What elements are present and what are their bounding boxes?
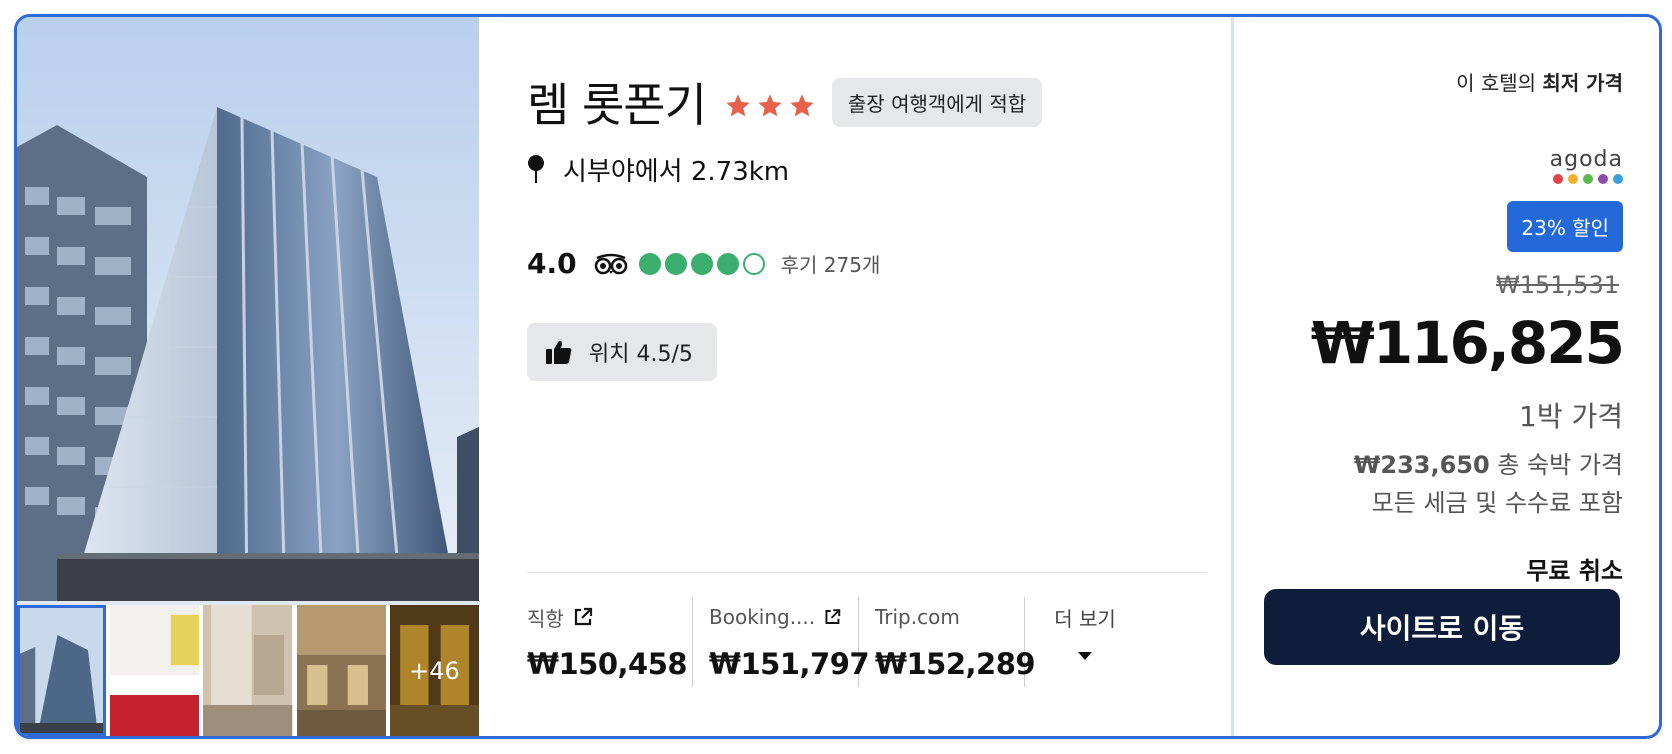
- hotel-info: 렘 롯폰기 출장 여행객에게 적합 시부야에서 2.73km 4.0 후기 27…: [479, 17, 1231, 736]
- original-price: ₩151,531: [1496, 271, 1619, 299]
- go-to-site-button[interactable]: 사이트로 이동: [1264, 589, 1620, 665]
- thumbnail-3[interactable]: [203, 605, 293, 736]
- location-score: 위치 4.5/5: [589, 342, 693, 367]
- provider-logo-dots: [1550, 174, 1623, 184]
- distance-text: 시부야에서 2.73km: [563, 157, 790, 187]
- photo-gallery: +46: [17, 17, 480, 736]
- star-icon: [790, 94, 814, 117]
- provider-logo-dot: [1553, 174, 1563, 184]
- thumbnail-4[interactable]: [296, 605, 386, 736]
- hotel-card[interactable]: +46 렘 롯폰기 출장 여행객에게 적합 시부야에서 2.73km 4.0 후…: [14, 14, 1662, 739]
- offer-price: ₩152,289: [875, 647, 1036, 681]
- location-score-badge: 위치 4.5/5: [527, 323, 717, 381]
- hotel-name[interactable]: 렘 롯폰기: [527, 69, 707, 135]
- offer-list: 직항 ₩150,458 Booking.... ₩151,797 Trip.co…: [527, 597, 1145, 697]
- caret-down-icon: [1078, 652, 1092, 660]
- more-label: 더 보기: [1054, 606, 1116, 631]
- offer-price: ₩150,458: [527, 647, 688, 681]
- rating-bubble-full: [664, 252, 687, 275]
- tax-note: 모든 세금 및 수수료 포함: [1371, 489, 1623, 517]
- offer-tripcom[interactable]: Trip.com ₩152,289: [859, 597, 1036, 687]
- discount-badge: 23% 할인: [1507, 201, 1623, 252]
- free-cancellation: 무료 취소: [1526, 557, 1623, 585]
- best-price-prefix: 이 호텔의: [1456, 71, 1543, 95]
- total-price: ₩233,650: [1353, 451, 1490, 479]
- best-price-bold: 최저 가격: [1542, 71, 1623, 95]
- divider: [527, 572, 1207, 573]
- distance-row: 시부야에서 2.73km: [527, 151, 789, 188]
- thumbnail-more[interactable]: +46: [389, 605, 480, 736]
- best-price-label: 이 호텔의 최저 가격: [1456, 67, 1623, 96]
- rating-bubble-empty: [742, 252, 765, 275]
- external-link-icon: [574, 607, 592, 626]
- star-icon: [758, 94, 782, 117]
- provider-logo-dot: [1613, 174, 1623, 184]
- thumbnail-1[interactable]: [17, 605, 107, 736]
- tripadvisor-owl-icon: [593, 253, 629, 275]
- more-photos-count: +46: [389, 605, 480, 736]
- location-pin-icon: [527, 154, 545, 185]
- provider-name: agoda: [1549, 147, 1623, 172]
- provider-logo: agoda: [1550, 147, 1623, 184]
- offer-name: 직항: [527, 606, 564, 631]
- title-row: 렘 롯폰기 출장 여행객에게 적합: [527, 69, 1043, 135]
- nightly-price: ₩116,825: [1310, 309, 1625, 377]
- rating-bubble-full: [638, 252, 661, 275]
- price-panel: 이 호텔의 최저 가격 agoda 23% 할인 ₩151,531 ₩116,8…: [1231, 17, 1659, 736]
- offer-price: ₩151,797: [709, 647, 870, 681]
- more-offers-button[interactable]: 더 보기: [1025, 597, 1145, 687]
- rating-score: 4.0: [527, 247, 577, 280]
- review-count[interactable]: 후기 275개: [781, 249, 881, 278]
- offer-booking[interactable]: Booking.... ₩151,797: [693, 597, 870, 687]
- thumbnail-2[interactable]: [110, 605, 200, 736]
- provider-logo-dot: [1598, 174, 1608, 184]
- thumbs-up-icon: [546, 340, 572, 364]
- rating-row: 4.0 후기 275개: [527, 247, 880, 280]
- total-price-label: 총 숙박 가격: [1489, 451, 1623, 479]
- offer-name: Booking....: [709, 605, 816, 629]
- rating-bubbles: [638, 252, 765, 275]
- offer-name: Trip.com: [875, 605, 960, 629]
- business-traveler-badge: 출장 여행객에게 적합: [831, 77, 1043, 127]
- external-link-icon: [825, 609, 841, 624]
- provider-logo-dot: [1583, 174, 1593, 184]
- main-photo[interactable]: [17, 17, 479, 601]
- offer-direct[interactable]: 직항 ₩150,458: [527, 597, 693, 687]
- rating-bubble-full: [716, 252, 739, 275]
- star-icon: [726, 94, 750, 117]
- rating-bubble-full: [690, 252, 713, 275]
- thumbnail-strip: +46: [17, 605, 480, 736]
- per-night-label: 1박 가격: [1519, 400, 1623, 433]
- provider-logo-dot: [1568, 174, 1578, 184]
- star-rating: [724, 92, 816, 120]
- total-price-row: ₩233,650 총 숙박 가격: [1354, 445, 1623, 480]
